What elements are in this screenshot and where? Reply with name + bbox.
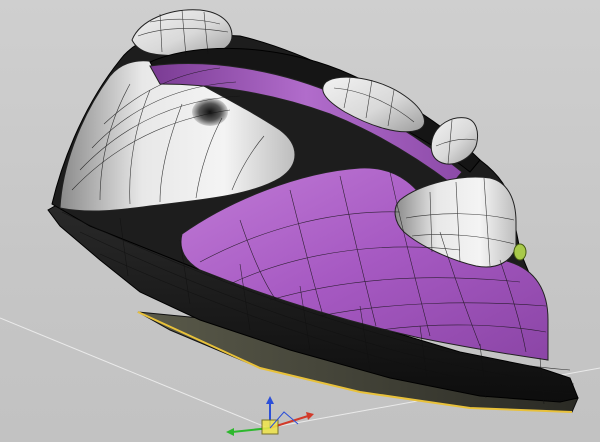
3d-viewport[interactable] (0, 0, 600, 442)
gizmo-z-arrow-icon (266, 396, 274, 404)
gizmo-x-arrow-icon (306, 412, 314, 420)
iron-model-render[interactable] (0, 0, 600, 442)
gizmo-y-arrow-icon (226, 428, 234, 436)
indicator-light[interactable] (513, 243, 527, 261)
